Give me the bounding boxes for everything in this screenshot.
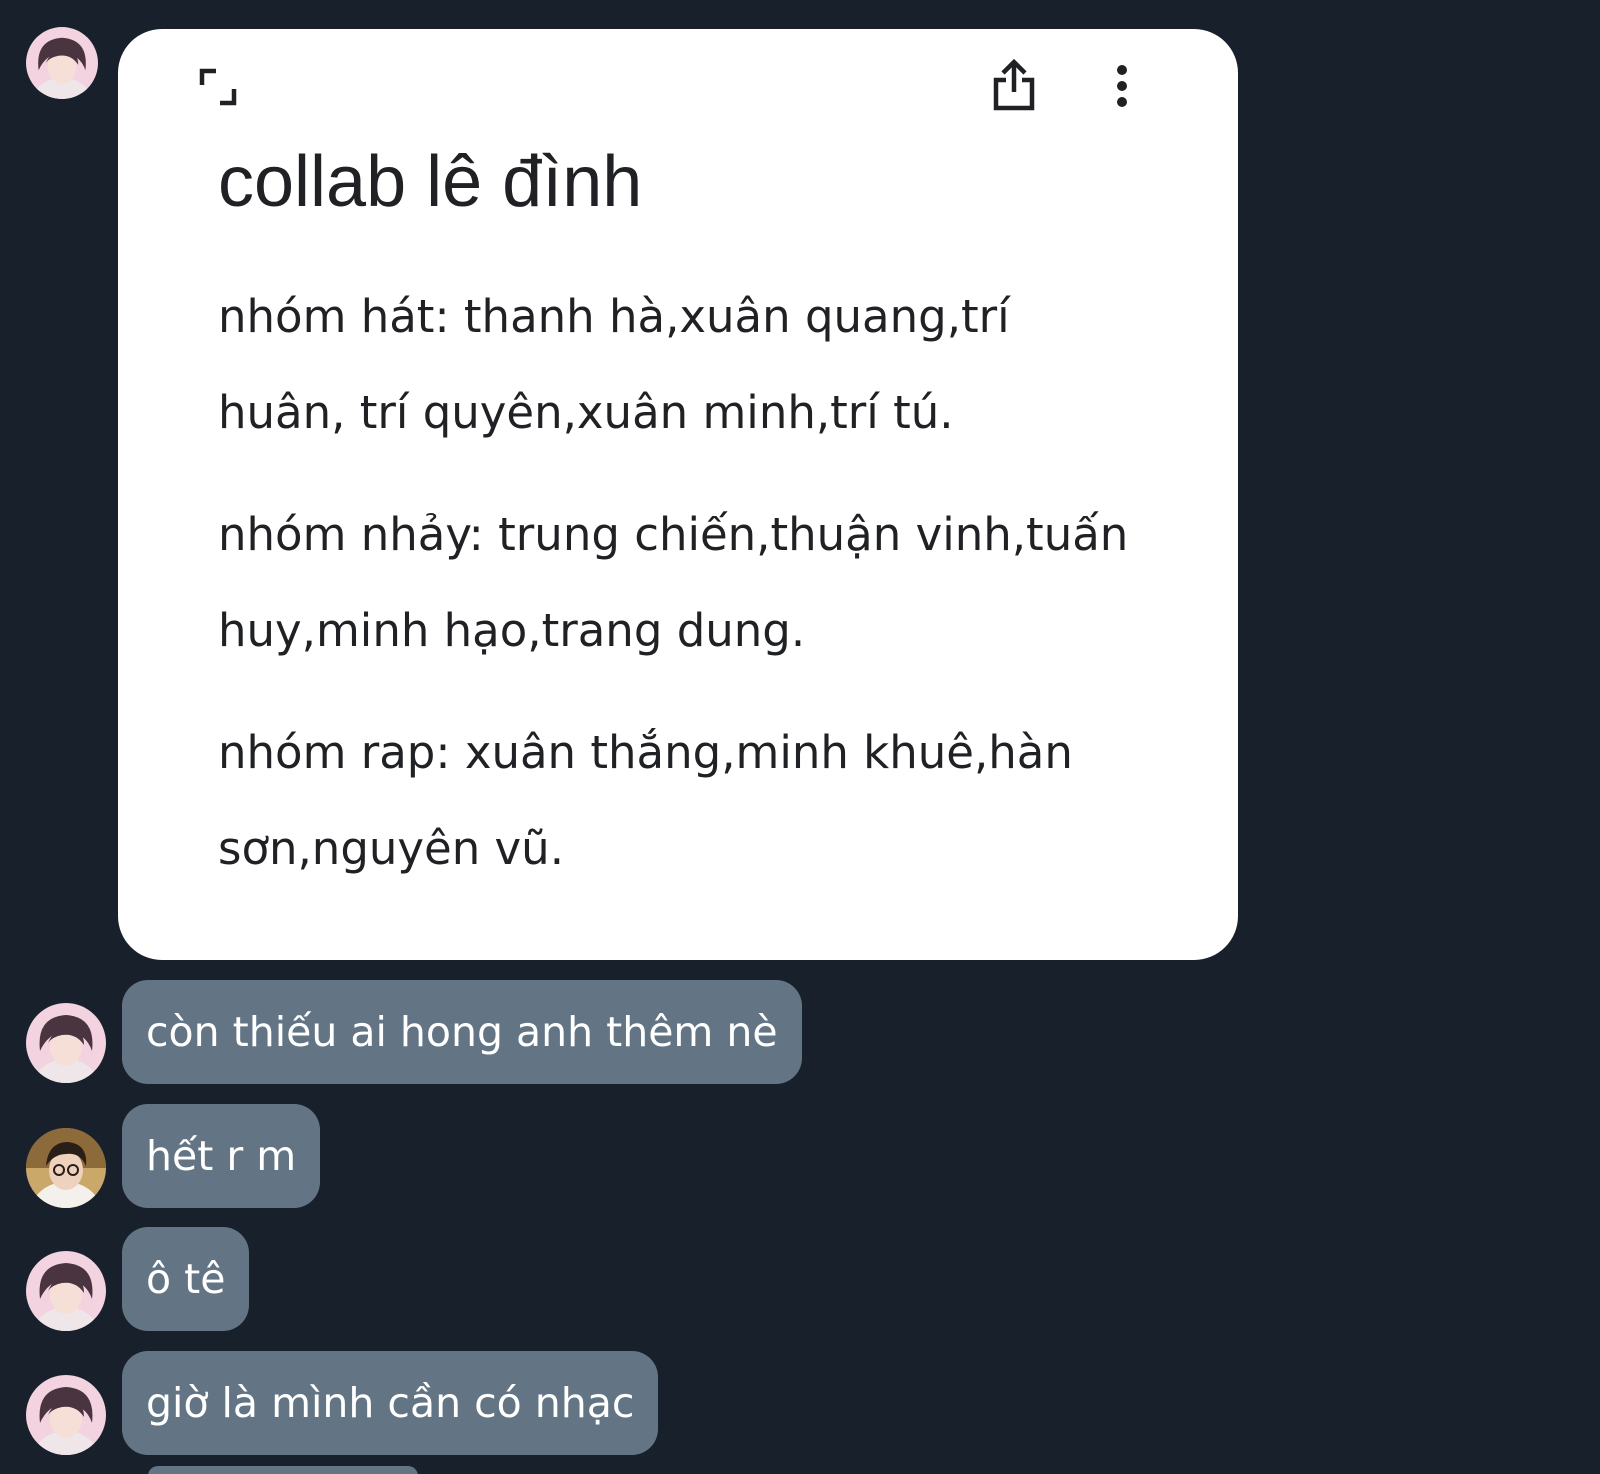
expand-icon[interactable]: [196, 65, 240, 109]
message-bubble[interactable]: hết r m: [122, 1104, 321, 1208]
message-text: hết r m: [146, 1132, 297, 1180]
shared-note-card[interactable]: collab lê đình nhóm hát: thanh hà,xuân q…: [118, 29, 1238, 960]
partial-message-bubble[interactable]: [148, 1466, 418, 1474]
message-text: còn thiếu ai hong anh thêm nè: [146, 1008, 778, 1056]
note-paragraph-singers: nhóm hát: thanh hà,xuân quang,trí huân, …: [218, 290, 1010, 439]
sender-avatar[interactable]: [26, 1003, 106, 1083]
note-body: nhóm hát: thanh hà,xuân quang,trí huân, …: [218, 269, 1148, 923]
message-bubble[interactable]: giờ là mình cần có nhạc: [122, 1351, 659, 1455]
sender-avatar[interactable]: [26, 1251, 106, 1331]
message-bubble[interactable]: còn thiếu ai hong anh thêm nè: [122, 980, 802, 1084]
message-text: ô tê: [146, 1255, 226, 1303]
more-vert-icon[interactable]: [1102, 61, 1142, 111]
sender-avatar[interactable]: [26, 1128, 106, 1208]
message-text: giờ là mình cần có nhạc: [146, 1379, 635, 1427]
share-icon[interactable]: [986, 57, 1042, 113]
sender-avatar[interactable]: [26, 1375, 106, 1455]
note-paragraph-dancers: nhóm nhảy: trung chiến,thuận vinh,tuấn h…: [218, 508, 1129, 657]
sender-avatar[interactable]: [26, 27, 98, 99]
note-title: collab lê đình: [218, 142, 643, 222]
message-bubble[interactable]: ô tê: [122, 1227, 250, 1331]
note-paragraph-rappers: nhóm rap: xuân thắng,minh khuê,hàn sơn,n…: [218, 726, 1073, 875]
chat-view: collab lê đình nhóm hát: thanh hà,xuân q…: [0, 0, 1600, 1474]
